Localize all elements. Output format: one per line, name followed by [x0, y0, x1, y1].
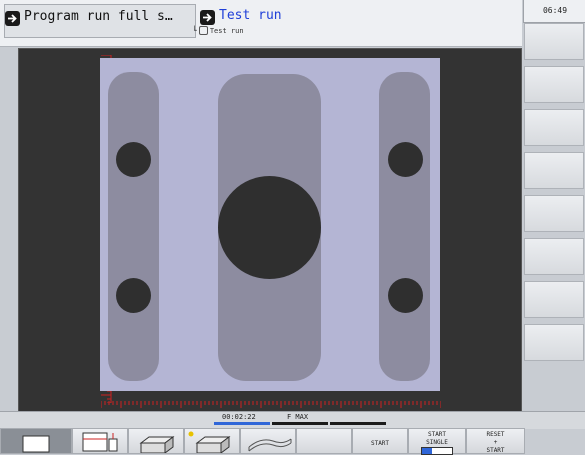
single-view-icon	[22, 435, 50, 453]
horizontal-softkey-bar: START START SINGLE RESET + START	[0, 428, 585, 455]
hole-bottom-left	[116, 278, 151, 313]
reset-line2: +	[493, 439, 498, 446]
left-slot	[108, 72, 159, 381]
x-ruler	[101, 401, 441, 408]
hole-center	[218, 176, 321, 279]
start-single-line1: START	[427, 431, 447, 438]
test-run-arrow-icon	[200, 10, 215, 25]
view-wireframe-button[interactable]	[240, 428, 296, 454]
3d-block-alt-icon	[188, 431, 231, 454]
status-segment-2	[272, 422, 328, 425]
program-name: Test run	[209, 26, 244, 35]
vertical-softkey-2[interactable]	[524, 66, 584, 103]
mode-test-run[interactable]: Test run └ Test run	[192, 4, 282, 35]
file-icon	[198, 26, 208, 35]
hole-top-right	[388, 142, 423, 177]
clock: 06:49	[523, 0, 585, 23]
mode-secondary-label: Test run	[219, 8, 282, 23]
program-run-arrow-icon	[5, 11, 20, 26]
vertical-softkey-7[interactable]	[524, 281, 584, 318]
machining-time: 00:02:22	[222, 413, 256, 421]
view-3d-alt-button[interactable]	[184, 428, 240, 454]
feed-rate: F MAX	[287, 413, 309, 421]
3d-block-icon	[139, 436, 175, 454]
vertical-softkey-3[interactable]	[524, 109, 584, 146]
vertical-softkey-4[interactable]	[524, 152, 584, 189]
start-label: START	[370, 440, 390, 447]
view-split-button[interactable]	[72, 428, 128, 454]
header-bar: Program run full s… Test run └ Test run	[0, 0, 522, 47]
start-button[interactable]: START	[352, 428, 408, 454]
mode-primary-label: Program run full s…	[24, 9, 173, 24]
program-name-row: └ Test run	[192, 26, 244, 35]
hole-top-left	[116, 142, 151, 177]
view-single-button[interactable]	[0, 428, 72, 454]
vertical-softkey-bar	[523, 23, 585, 409]
vertical-softkey-1[interactable]	[524, 23, 584, 60]
reset-start-label: RESET + START	[467, 431, 524, 455]
mode-program-run-full-sequence[interactable]: Program run full s…	[4, 4, 196, 38]
split-view-icon	[82, 432, 118, 452]
reset-start-button[interactable]: RESET + START	[466, 428, 525, 454]
tree-branch-icon: └	[192, 26, 197, 35]
hole-bottom-right	[388, 278, 423, 313]
start-single-button[interactable]: START SINGLE	[408, 428, 466, 455]
start-single-label: START SINGLE	[409, 431, 465, 447]
wireframe-icon	[248, 438, 292, 452]
progress-indicator	[214, 422, 270, 425]
status-segment-3	[330, 422, 386, 425]
workpiece	[100, 58, 440, 391]
status-bar: 00:02:22 F MAX	[0, 411, 585, 429]
vertical-softkey-8[interactable]	[524, 324, 584, 361]
view-3d-button[interactable]	[128, 428, 184, 454]
right-slot	[379, 72, 430, 381]
reset-line1: RESET	[486, 431, 505, 438]
start-single-line2: SINGLE	[426, 439, 448, 446]
softkey-empty-1[interactable]	[296, 428, 352, 454]
vertical-softkey-5[interactable]	[524, 195, 584, 232]
vertical-softkey-6[interactable]	[524, 238, 584, 275]
simulation-graphics[interactable]	[18, 48, 522, 412]
